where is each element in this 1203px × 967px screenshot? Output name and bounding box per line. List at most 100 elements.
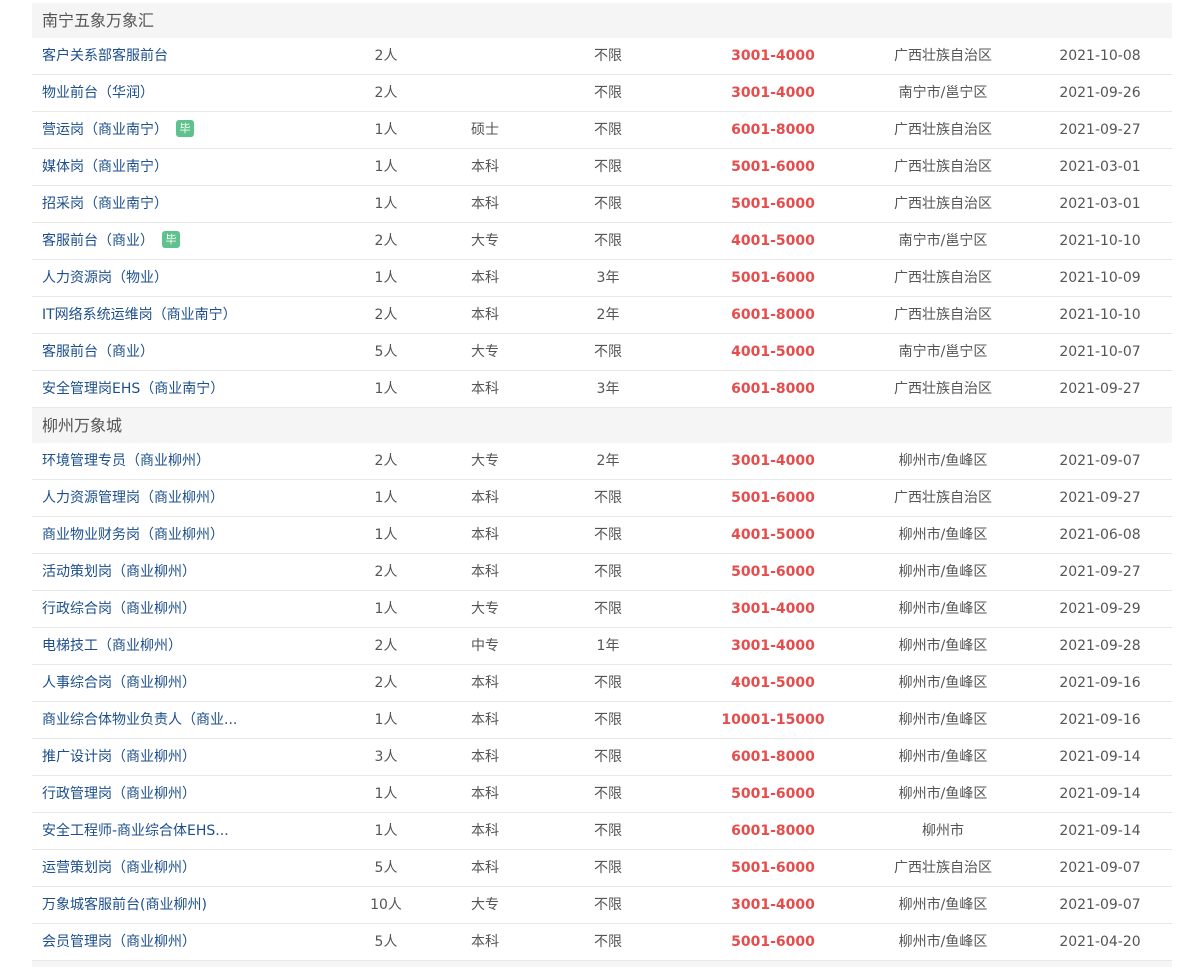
job-title-link[interactable]: 营运岗（商业南宁） 毕 (42, 112, 312, 148)
job-title-text[interactable]: 客服前台（商业） (42, 223, 154, 259)
job-title-text[interactable]: 商业物业财务岗（商业柳州） (42, 517, 224, 553)
publish-date: 2021-09-07 (1059, 860, 1141, 876)
job-list: 南宁五象万象汇 客户关系部客服前台 2人 不限 3001-4000 广西壮族自治区 2021… (32, 3, 1172, 967)
job-title-text[interactable]: 运营策划岗（商业柳州） (42, 850, 196, 886)
publish-date: 2021-09-14 (1059, 786, 1141, 802)
education: 本科 (471, 307, 499, 323)
job-row: 人力资源管理岗（商业柳州） 1人 本科 不限 5001-6000 广西壮族自治区 2021-… (32, 480, 1172, 517)
job-title-text[interactable]: 媒体岗（商业南宁） (42, 149, 168, 185)
job-title-link[interactable]: 人力资源管理岗（商业柳州） (42, 480, 312, 516)
job-title-text[interactable]: 电梯技工（商业柳州） (42, 628, 182, 664)
headcount: 2人 (374, 85, 398, 101)
job-title-link[interactable]: 万象城客服前台(商业柳州) (42, 887, 312, 923)
experience: 不限 (594, 823, 622, 839)
job-title-link[interactable]: 人事综合岗（商业柳州） (42, 665, 312, 701)
education: 本科 (471, 749, 499, 765)
job-row: 人事综合岗（商业柳州） 2人 本科 不限 4001-5000 柳州市/鱼峰区 2021-09… (32, 665, 1172, 702)
experience: 2年 (596, 453, 620, 469)
job-title-link[interactable]: IT网络系统运维岗（商业南宁） (42, 297, 312, 333)
job-title-link[interactable]: 招采岗（商业南宁） (42, 186, 312, 222)
job-title-link[interactable]: 活动策划岗（商业柳州） (42, 554, 312, 590)
job-title-link[interactable]: 客户关系部客服前台 (42, 38, 312, 74)
job-title-text[interactable]: 人力资源管理岗（商业柳州） (42, 480, 224, 516)
job-title-link[interactable]: 行政综合岗（商业柳州） (42, 591, 312, 627)
job-title-text[interactable]: 客户关系部客服前台 (42, 38, 168, 74)
experience: 不限 (594, 527, 622, 543)
education (450, 75, 520, 111)
education: 本科 (471, 564, 499, 580)
publish-date: 2021-03-01 (1059, 196, 1141, 212)
location: 柳州市/鱼峰区 (898, 564, 988, 580)
location: 柳州市/鱼峰区 (898, 453, 988, 469)
job-title-text[interactable]: 行政管理岗（商业柳州） (42, 776, 196, 812)
job-title-link[interactable]: 安全工程师-商业综合体EHS... (42, 813, 312, 849)
job-row: 客服前台（商业） 5人 大专 不限 4001-5000 南宁市/邕宁区 2021-10-07 (32, 334, 1172, 371)
job-title-text[interactable]: 营运岗（商业南宁） (42, 112, 168, 148)
publish-date: 2021-09-28 (1059, 638, 1141, 654)
job-title-text[interactable]: 安全工程师-商业综合体EHS... (42, 813, 229, 849)
headcount: 2人 (374, 638, 398, 654)
job-title-link[interactable]: 推广设计岗（商业柳州） (42, 739, 312, 775)
job-title-text[interactable]: 人事综合岗（商业柳州） (42, 665, 196, 701)
location: 广西壮族自治区 (894, 270, 992, 286)
job-title-text[interactable]: 商业综合体物业负责人（商业... (42, 702, 237, 738)
job-row: 会员管理岗（商业柳州） 5人 本科 不限 5001-6000 柳州市/鱼峰区 2021-04… (32, 924, 1172, 961)
salary: 3001-4000 (731, 453, 815, 469)
job-title-text[interactable]: 招采岗（商业南宁） (42, 186, 168, 222)
job-row: 推广设计岗（商业柳州） 3人 本科 不限 6001-8000 柳州市/鱼峰区 2021-09… (32, 739, 1172, 776)
headcount: 5人 (374, 344, 398, 360)
job-title-text[interactable]: 安全管理岗EHS（商业南宁） (42, 371, 224, 407)
job-title-link[interactable]: 商业物业财务岗（商业柳州） (42, 517, 312, 553)
salary: 5001-6000 (731, 196, 815, 212)
experience: 3年 (596, 381, 620, 397)
job-title-link[interactable]: 媒体岗（商业南宁） (42, 149, 312, 185)
job-title-text[interactable]: 万象城客服前台(商业柳州) (42, 887, 207, 923)
salary: 3001-4000 (731, 601, 815, 617)
headcount: 2人 (374, 233, 398, 249)
job-title-text[interactable]: 物业前台（华润） (42, 75, 154, 111)
location: 柳州市/鱼峰区 (898, 527, 988, 543)
job-title-link[interactable]: 物业前台（华润） (42, 75, 312, 111)
job-title-text[interactable]: 推广设计岗（商业柳州） (42, 739, 196, 775)
job-row: IT网络系统运维岗（商业南宁） 2人 本科 2年 6001-8000 广西壮族自治区 202… (32, 297, 1172, 334)
publish-date: 2021-10-08 (1059, 48, 1141, 64)
salary: 5001-6000 (731, 564, 815, 580)
salary: 6001-8000 (731, 307, 815, 323)
job-title-text[interactable]: 行政综合岗（商业柳州） (42, 591, 196, 627)
job-title-link[interactable]: 安全管理岗EHS（商业南宁） (42, 371, 312, 407)
location: 柳州市/鱼峰区 (898, 934, 988, 950)
job-title-link[interactable]: 会员管理岗（商业柳州） (42, 924, 312, 960)
education: 大专 (471, 453, 499, 469)
job-row: 运营策划岗（商业柳州） 5人 本科 不限 5001-6000 广西壮族自治区 2021-09… (32, 850, 1172, 887)
headcount: 1人 (374, 527, 398, 543)
location: 柳州市/鱼峰区 (898, 601, 988, 617)
job-title-link[interactable]: 环境管理专员（商业柳州） (42, 443, 312, 479)
job-title-text[interactable]: 活动策划岗（商业柳州） (42, 554, 196, 590)
education: 本科 (471, 786, 499, 802)
job-row: 营运岗（商业南宁） 毕 1人 硕士 不限 6001-8000 广西壮族自治区 2021-09-… (32, 112, 1172, 149)
job-title-link[interactable]: 商业综合体物业负责人（商业... (42, 702, 312, 738)
experience: 不限 (594, 897, 622, 913)
job-title-link[interactable]: 电梯技工（商业柳州） (42, 628, 312, 664)
salary: 4001-5000 (731, 527, 815, 543)
job-title-link[interactable]: 客服前台（商业） (42, 334, 312, 370)
job-title-text[interactable]: 人力资源岗（物业） (42, 260, 168, 296)
job-title-link[interactable]: 行政管理岗（商业柳州） (42, 776, 312, 812)
job-title-link[interactable]: 客服前台（商业） 毕 (42, 223, 312, 259)
education: 大专 (471, 601, 499, 617)
experience: 不限 (594, 233, 622, 249)
salary: 3001-4000 (731, 48, 815, 64)
publish-date: 2021-09-27 (1059, 490, 1141, 506)
job-title-text[interactable]: IT网络系统运维岗（商业南宁） (42, 297, 237, 333)
headcount: 3人 (374, 749, 398, 765)
job-title-link[interactable]: 人力资源岗（物业） (42, 260, 312, 296)
publish-date: 2021-09-26 (1059, 85, 1141, 101)
publish-date: 2021-06-08 (1059, 527, 1141, 543)
education: 大专 (471, 233, 499, 249)
job-title-text[interactable]: 客服前台（商业） (42, 334, 154, 370)
experience: 不限 (594, 860, 622, 876)
job-title-link[interactable]: 运营策划岗（商业柳州） (42, 850, 312, 886)
job-title-text[interactable]: 会员管理岗（商业柳州） (42, 924, 196, 960)
education: 本科 (471, 196, 499, 212)
job-title-text[interactable]: 环境管理专员（商业柳州） (42, 443, 210, 479)
